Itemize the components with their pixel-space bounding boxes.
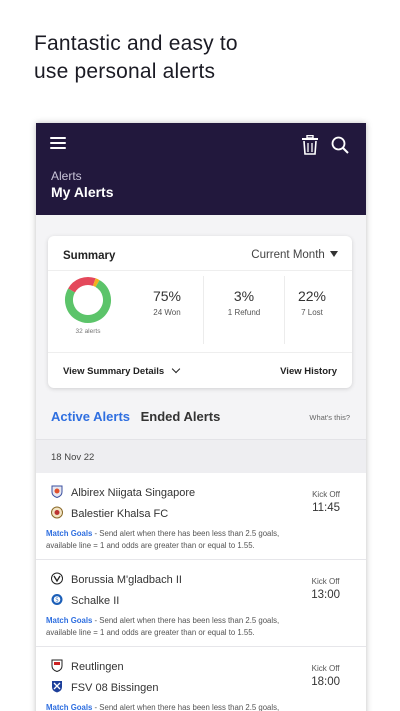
away-team: FSV 08 Bissingen (51, 680, 158, 696)
kickoff-label: Kick Off (311, 664, 340, 673)
home-team: Reutlingen (51, 659, 124, 675)
home-team-name: Reutlingen (71, 661, 124, 673)
app-screen: Alerts My Alerts Summary Current Month 3… (36, 123, 366, 711)
divider (48, 270, 352, 271)
view-history-button[interactable]: View History (280, 366, 337, 377)
kickoff-time: 18:00 (311, 676, 340, 688)
caret-down-icon (330, 251, 338, 257)
away-team-name: Balestier Khalsa FC (71, 508, 169, 520)
home-team-name: Albirex Niigata Singapore (71, 487, 196, 499)
stat-refund: 3% 1 Refund (209, 288, 279, 317)
divider (203, 276, 204, 344)
list-item[interactable]: Borussia M'gladbach II S Schalke II Kick … (36, 560, 366, 647)
alert-type: Match Goals (46, 616, 93, 625)
list-item[interactable]: Albirex Niigata Singapore Balestier Khal… (36, 473, 366, 560)
alert-description: Match Goals - Send alert when there has … (46, 702, 346, 711)
away-team: Balestier Khalsa FC (51, 506, 168, 522)
alert-type: Match Goals (46, 529, 93, 538)
alert-text-line1: - Send alert when there has been less th… (92, 529, 280, 538)
kickoff: Kick Off 13:00 (311, 577, 340, 601)
alert-description: Match Goals - Send alert when there has … (46, 615, 346, 638)
results-donut-chart (65, 277, 111, 323)
kickoff: Kick Off 11:45 (312, 490, 340, 514)
stat-refund-pct: 3% (233, 288, 255, 304)
team-crest-icon (51, 485, 63, 498)
page-title: My Alerts (51, 184, 114, 200)
alert-text-line2: available line = 1 and odds are greater … (46, 627, 255, 637)
home-team-name: Borussia M'gladbach II (71, 574, 182, 586)
kickoff-time: 11:45 (312, 502, 340, 514)
trash-icon[interactable] (301, 135, 319, 155)
search-icon[interactable] (331, 136, 349, 154)
stat-lost-label: 7 Lost (301, 308, 323, 317)
stat-won-label: 24 Won (153, 308, 181, 317)
view-summary-details-label: View Summary Details (63, 366, 165, 377)
date-header: 18 Nov 22 (36, 439, 366, 473)
period-label: Current Month (251, 249, 325, 261)
whats-this-link[interactable]: What's this? (309, 413, 350, 422)
team-crest-icon (52, 681, 62, 693)
promo-headline-line2: use personal alerts (34, 60, 216, 83)
alert-text-line1: - Send alert when there has been less th… (92, 616, 280, 625)
stat-lost: 22% 7 Lost (277, 288, 347, 317)
divider (48, 352, 352, 353)
away-team-name: FSV 08 Bissingen (71, 682, 159, 694)
app-header: Alerts My Alerts (36, 123, 366, 215)
hamburger-menu-icon[interactable] (50, 137, 66, 151)
summary-card: Summary Current Month 32 alerts 75% 24 W… (48, 236, 352, 388)
away-team-name: Schalke II (71, 595, 120, 607)
alert-type: Match Goals (46, 703, 93, 711)
kickoff-label: Kick Off (311, 577, 340, 586)
team-crest-icon (51, 572, 63, 585)
tab-ended-alerts[interactable]: Ended Alerts (141, 409, 221, 424)
away-team: S Schalke II (51, 593, 119, 609)
svg-text:S: S (55, 598, 58, 604)
alert-text-line2: available line = 1 and odds are greater … (46, 540, 255, 550)
list-item[interactable]: Reutlingen FSV 08 Bissingen Kick Off 18:… (36, 647, 366, 711)
stat-won: 75% 24 Won (132, 288, 202, 317)
stat-won-pct: 75% (152, 288, 182, 304)
kickoff: Kick Off 18:00 (311, 664, 340, 688)
stat-refund-label: 1 Refund (227, 308, 261, 317)
summary-heading: Summary (63, 250, 116, 262)
kickoff-time: 13:00 (311, 589, 340, 601)
home-team: Albirex Niigata Singapore (51, 485, 195, 501)
view-summary-details-button[interactable]: View Summary Details (63, 364, 181, 377)
period-dropdown[interactable]: Current Month (251, 249, 338, 261)
tab-active-alerts[interactable]: Active Alerts (51, 409, 130, 424)
team-crest-icon (51, 659, 63, 672)
home-team: Borussia M'gladbach II (51, 572, 182, 588)
alert-text-line1: - Send alert when there has been less th… (92, 703, 280, 711)
alerts-count: 32 alerts (75, 328, 101, 335)
chevron-down-icon (171, 364, 181, 374)
date-label: 18 Nov 22 (51, 452, 95, 463)
breadcrumb: Alerts (51, 169, 82, 183)
alert-description: Match Goals - Send alert when there has … (46, 528, 346, 551)
kickoff-label: Kick Off (312, 490, 340, 499)
promo-headline-line1: Fantastic and easy to (34, 32, 238, 55)
team-crest-icon: S (51, 594, 63, 605)
stat-lost-pct: 22% (297, 288, 327, 304)
team-crest-icon (51, 506, 63, 519)
promo-headline: Fantastic and easy to use personal alert… (34, 30, 374, 86)
alerts-list: Albirex Niigata Singapore Balestier Khal… (36, 473, 366, 711)
alert-tabs: Active Alerts Ended Alerts (51, 409, 220, 424)
